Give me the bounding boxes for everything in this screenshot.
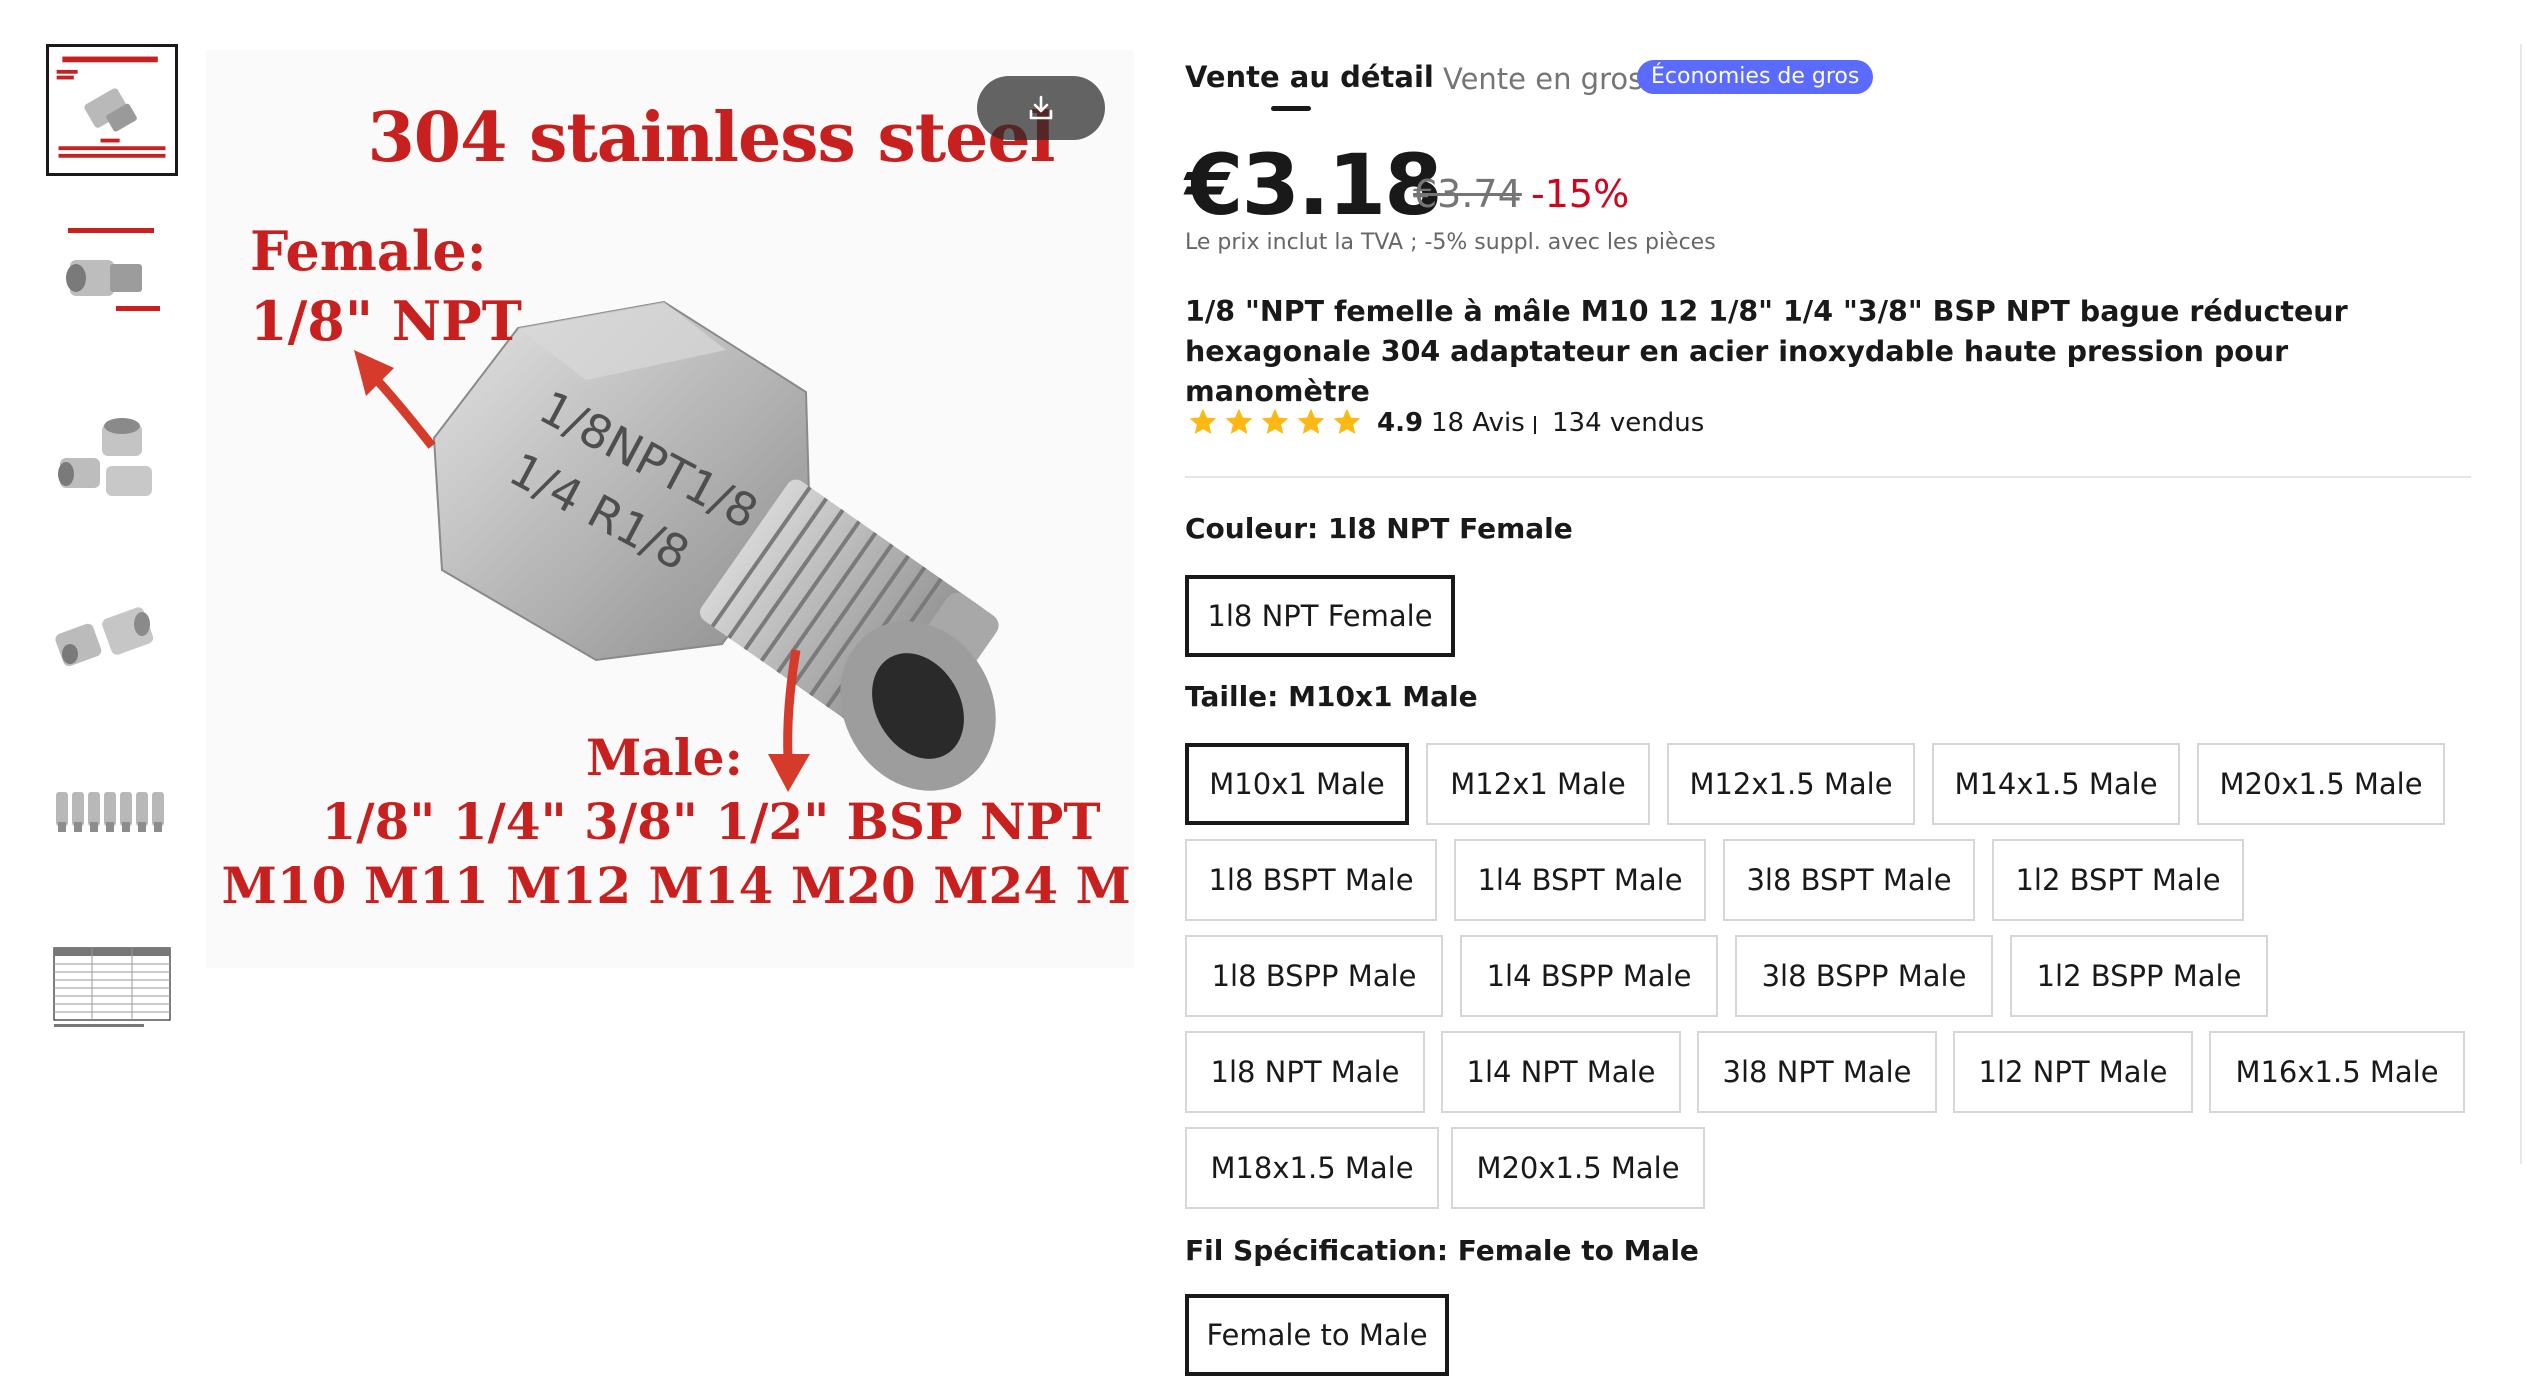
size-option-button[interactable]: 1l2 NPT Male (1953, 1031, 2193, 1113)
thumbnail-4[interactable] (46, 572, 178, 704)
reviews-link[interactable]: 18 Avis (1431, 408, 1525, 438)
tab-retail[interactable]: Vente au détail (1185, 60, 1434, 94)
size-option-button[interactable]: 1l2 BSPP Male (2010, 935, 2268, 1017)
color-option-button[interactable]: 1l8 NPT Female (1185, 575, 1455, 657)
size-option-button[interactable]: 1l8 NPT Male (1185, 1031, 1425, 1113)
tab-active-indicator (1271, 106, 1311, 111)
size-option-button[interactable]: M14x1.5 Male (1932, 743, 2180, 825)
image-male-sizes: 1/8" 1/4" 3/8" 1/2" BSP NPT M10 M11 M12 … (221, 792, 1134, 915)
size-option-button[interactable]: 3l8 BSPP Male (1735, 935, 1993, 1017)
thread-option-label: Fil Spécification: Female to Male (1185, 1234, 1699, 1267)
product-title: 1/8 "NPT femelle à mâle M10 12 1/8" 1/4 … (1185, 295, 2348, 408)
size-option-button[interactable]: 1l4 NPT Male (1441, 1031, 1681, 1113)
image-female-label: Female: 1/8" NPT (250, 219, 522, 353)
star-icon (1225, 408, 1253, 434)
download-button[interactable] (977, 76, 1105, 140)
thumbnail-5[interactable] (46, 748, 178, 880)
rating-value: 4.9 (1377, 408, 1424, 438)
size-option-button[interactable]: M12x1 Male (1426, 743, 1650, 825)
thumbnail-1[interactable] (46, 44, 178, 176)
rating-row: 4.9 18 Avis 134 vendus (1185, 404, 2085, 444)
size-option-button[interactable]: 1l4 BSPP Male (1460, 935, 1718, 1017)
size-option-button[interactable]: M20x1.5 Male (1451, 1127, 1705, 1209)
size-option-button[interactable]: M16x1.5 Male (2209, 1031, 2465, 1113)
star-icon (1297, 408, 1325, 434)
size-option-button[interactable]: M18x1.5 Male (1185, 1127, 1439, 1209)
size-option-button[interactable]: M20x1.5 Male (2197, 743, 2445, 825)
star-icon (1189, 408, 1217, 434)
size-option-button[interactable]: 1l2 BSPT Male (1992, 839, 2244, 921)
discount-percentage: -15% (1531, 172, 1630, 216)
size-option-button[interactable]: 1l4 BSPT Male (1454, 839, 1706, 921)
sold-count: 134 vendus (1552, 408, 1705, 438)
price-row: €3.18 €3.74 -15% (1185, 136, 2185, 234)
thread-option-button[interactable]: Female to Male (1185, 1294, 1449, 1376)
image-male-label: Male: (586, 728, 744, 787)
main-product-image[interactable]: 1/8NPT1/8 1/4 R1/8 304 stainless steel F… (206, 50, 1134, 968)
rating-stars (1187, 406, 1363, 438)
thumbnail-3[interactable] (46, 396, 178, 528)
size-option-button[interactable]: M10x1 Male (1185, 743, 1409, 825)
size-option-button[interactable]: M12x1.5 Male (1667, 743, 1915, 825)
size-option-button[interactable]: 3l8 BSPT Male (1723, 839, 1975, 921)
color-option-label: Couleur: 1l8 NPT Female (1185, 512, 1573, 545)
size-option-button[interactable]: 1l8 BSPP Male (1185, 935, 1443, 1017)
purchase-tabs: Vente au détail Vente en gros Économies … (1185, 60, 1985, 120)
download-icon (1029, 95, 1053, 120)
thumbnail-6[interactable] (46, 924, 178, 1056)
thumbnail-2[interactable] (46, 220, 178, 352)
divider (1185, 476, 2471, 478)
size-option-label: Taille: M10x1 Male (1185, 680, 1478, 713)
separator (1534, 416, 1536, 434)
wholesale-savings-badge: Économies de gros (1637, 60, 1874, 94)
original-price: €3.74 (1413, 172, 1522, 216)
tab-wholesale[interactable]: Vente en gros (1443, 62, 1643, 96)
size-option-button[interactable]: 3l8 NPT Male (1697, 1031, 1937, 1113)
star-icon (1333, 408, 1361, 434)
current-price: €3.18 (1185, 136, 1443, 234)
scrollbar-track[interactable] (2520, 44, 2522, 1164)
tax-note: Le prix inclut la TVA ; -5% suppl. avec … (1185, 230, 1716, 255)
star-icon (1261, 408, 1289, 434)
size-option-button[interactable]: 1l8 BSPT Male (1185, 839, 1437, 921)
